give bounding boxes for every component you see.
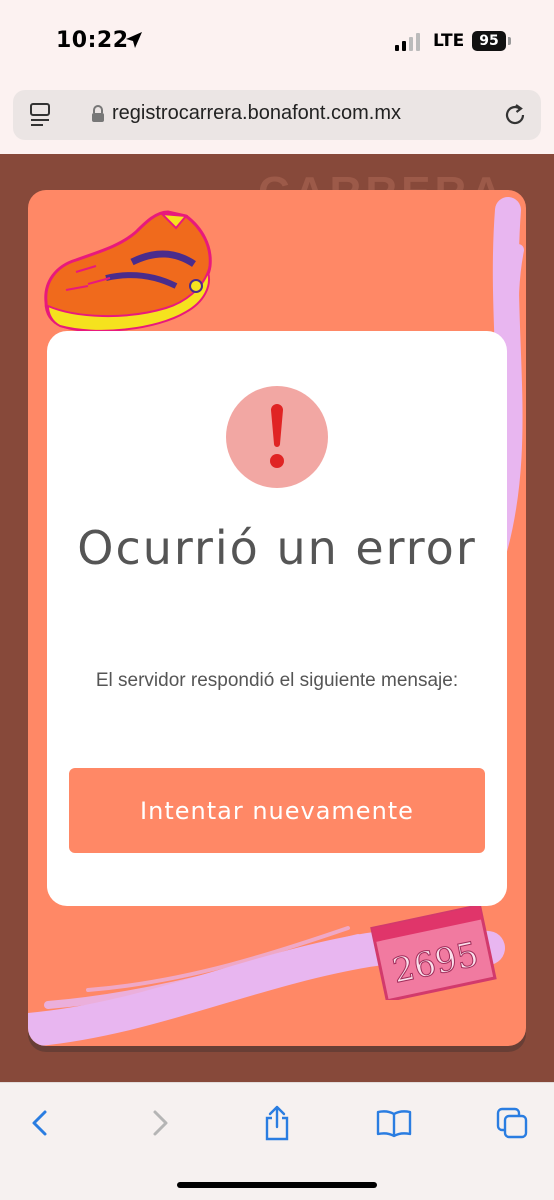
forward-button[interactable]: [138, 1103, 182, 1143]
bookmarks-button[interactable]: [372, 1103, 416, 1143]
page-menu-icon[interactable]: [29, 102, 53, 128]
race-bib-illustration: 2695: [370, 903, 497, 1000]
share-icon[interactable]: [262, 1105, 292, 1141]
back-button[interactable]: [18, 1103, 62, 1143]
retry-button[interactable]: Intentar nuevamente: [69, 768, 485, 853]
battery-icon: 95: [472, 31, 506, 51]
tabs-icon[interactable]: [496, 1107, 528, 1139]
status-bar: 10:22 LTE 95: [0, 0, 554, 80]
share-button[interactable]: [255, 1103, 299, 1143]
cellular-signal-icon: [395, 33, 420, 51]
battery-level: 95: [479, 33, 499, 49]
error-icon-circle: [226, 386, 328, 488]
tabs-button[interactable]: [490, 1103, 534, 1143]
dialog-message: El servidor respondió el siguiente mensa…: [95, 670, 459, 691]
location-arrow-icon: [126, 32, 142, 48]
battery-tip: [508, 37, 511, 45]
running-shoe-illustration: [44, 210, 212, 332]
lock-icon: [92, 105, 104, 122]
back-icon[interactable]: [29, 1108, 51, 1138]
dialog-title: Ocurrió un error: [77, 521, 477, 575]
home-indicator[interactable]: [177, 1182, 377, 1188]
address-bar[interactable]: registrocarrera.bonafont.com.mx: [13, 90, 541, 140]
exclamation-icon: [270, 404, 284, 468]
forward-icon[interactable]: [149, 1108, 171, 1138]
error-dialog: Ocurrió un error El servidor respondió e…: [47, 331, 507, 906]
network-type: LTE: [433, 31, 465, 51]
web-content: CARRERA 2695: [0, 154, 554, 1082]
reload-icon[interactable]: [502, 102, 528, 128]
bookmarks-icon[interactable]: [376, 1108, 412, 1138]
url-text[interactable]: registrocarrera.bonafont.com.mx: [112, 102, 401, 125]
status-time: 10:22: [56, 28, 129, 53]
